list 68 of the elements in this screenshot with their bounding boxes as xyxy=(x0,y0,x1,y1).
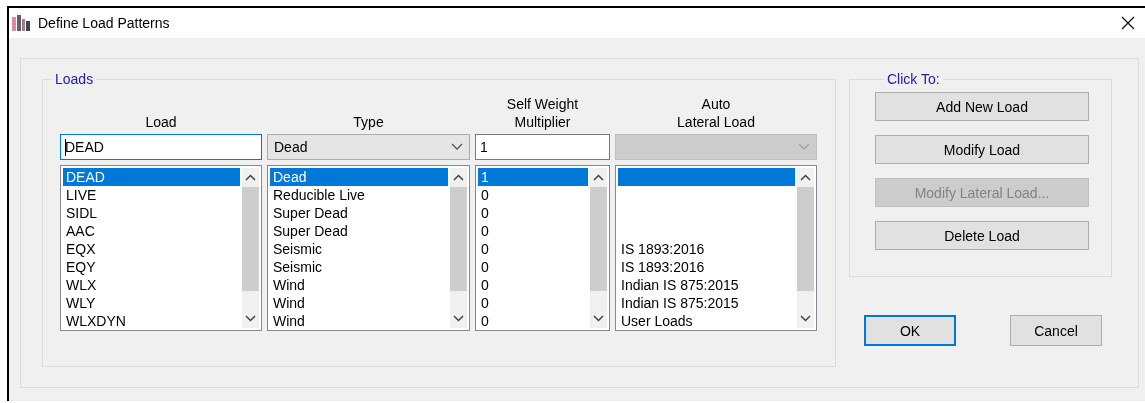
list-item[interactable]: Indian IS 875:2015 xyxy=(618,294,795,312)
list-item[interactable]: 0 xyxy=(478,312,588,330)
action-button[interactable]: Delete Load xyxy=(875,221,1089,250)
list-item[interactable]: 1 xyxy=(478,168,588,186)
scroll-thumb[interactable] xyxy=(590,187,607,291)
group-label: Loads xyxy=(54,71,95,87)
scrollbar[interactable] xyxy=(242,168,259,328)
chevron-up-icon[interactable] xyxy=(800,174,811,181)
list-item[interactable]: DEAD xyxy=(63,168,240,186)
list-item[interactable]: Super Dead xyxy=(270,204,448,222)
list-item[interactable]: Wind xyxy=(270,294,448,312)
list-item[interactable]: Super Dead xyxy=(270,222,448,240)
list-item[interactable]: WLX xyxy=(63,276,240,294)
list-item[interactable]: 0 xyxy=(478,258,588,276)
list-item[interactable]: Dead xyxy=(270,168,448,186)
window-title: Define Load Patterns xyxy=(38,15,170,31)
group-label: Click To: xyxy=(886,71,941,87)
list-item[interactable]: WLXDYN xyxy=(63,312,240,330)
list-item[interactable]: EQY xyxy=(63,258,240,276)
list-item[interactable]: Seismic xyxy=(270,258,448,276)
dropdown[interactable]: Dead xyxy=(267,134,470,160)
chevron-down-icon[interactable] xyxy=(593,315,604,322)
scrollbar[interactable] xyxy=(590,168,607,328)
column-header: Auto Lateral Load xyxy=(676,95,756,131)
column-header: Load xyxy=(144,113,178,131)
list-item[interactable]: WLY xyxy=(63,294,240,312)
list-item[interactable]: 0 xyxy=(478,186,588,204)
column-header: Self Weight Multiplier xyxy=(505,95,580,131)
list-item[interactable]: 0 xyxy=(478,222,588,240)
chevron-down-icon xyxy=(451,143,463,151)
list-item[interactable]: IS 1893:2016 xyxy=(618,258,795,276)
chevron-down-icon[interactable] xyxy=(800,315,811,322)
text-field[interactable]: DEAD xyxy=(60,134,262,160)
app-icon xyxy=(12,15,30,31)
scroll-thumb[interactable] xyxy=(450,187,467,291)
list-item[interactable]: 0 xyxy=(478,276,588,294)
scroll-thumb[interactable] xyxy=(797,187,814,291)
action-button[interactable]: Modify Load xyxy=(875,135,1089,164)
chevron-up-icon[interactable] xyxy=(245,174,256,181)
list-item[interactable]: 0 xyxy=(478,294,588,312)
list-item[interactable]: 0 xyxy=(478,204,588,222)
list-item[interactable]: Wind xyxy=(270,276,448,294)
chevron-down-icon xyxy=(798,143,810,151)
list-item[interactable]: Wind xyxy=(270,312,448,330)
chevron-up-icon[interactable] xyxy=(453,174,464,181)
chevron-down-icon[interactable] xyxy=(453,315,464,322)
column-header: Type xyxy=(352,113,385,131)
chevron-up-icon[interactable] xyxy=(593,174,604,181)
list-item[interactable]: User Loads xyxy=(618,312,795,330)
scrollbar[interactable] xyxy=(797,168,814,328)
scrollbar[interactable] xyxy=(450,168,467,328)
list-item[interactable]: Reducible Live xyxy=(270,186,448,204)
ok-button[interactable]: OK xyxy=(864,315,956,346)
cancel-button[interactable]: Cancel xyxy=(1010,315,1102,346)
list-item[interactable]: LIVE xyxy=(63,186,240,204)
close-icon[interactable] xyxy=(1121,16,1135,30)
list-item[interactable]: AAC xyxy=(63,222,240,240)
list-item[interactable]: EQX xyxy=(63,240,240,258)
scroll-thumb[interactable] xyxy=(242,187,259,291)
list-item[interactable]: SIDL xyxy=(63,204,240,222)
list-item[interactable]: IS 1893:2016 xyxy=(618,240,795,258)
action-button[interactable]: Add New Load xyxy=(875,92,1089,121)
text-field[interactable]: 1 xyxy=(475,134,610,160)
list-item[interactable]: Indian IS 875:2015 xyxy=(618,276,795,294)
chevron-down-icon[interactable] xyxy=(245,315,256,322)
list-item[interactable]: Seismic xyxy=(270,240,448,258)
list-item[interactable] xyxy=(618,168,795,186)
list-item[interactable]: 0 xyxy=(478,240,588,258)
